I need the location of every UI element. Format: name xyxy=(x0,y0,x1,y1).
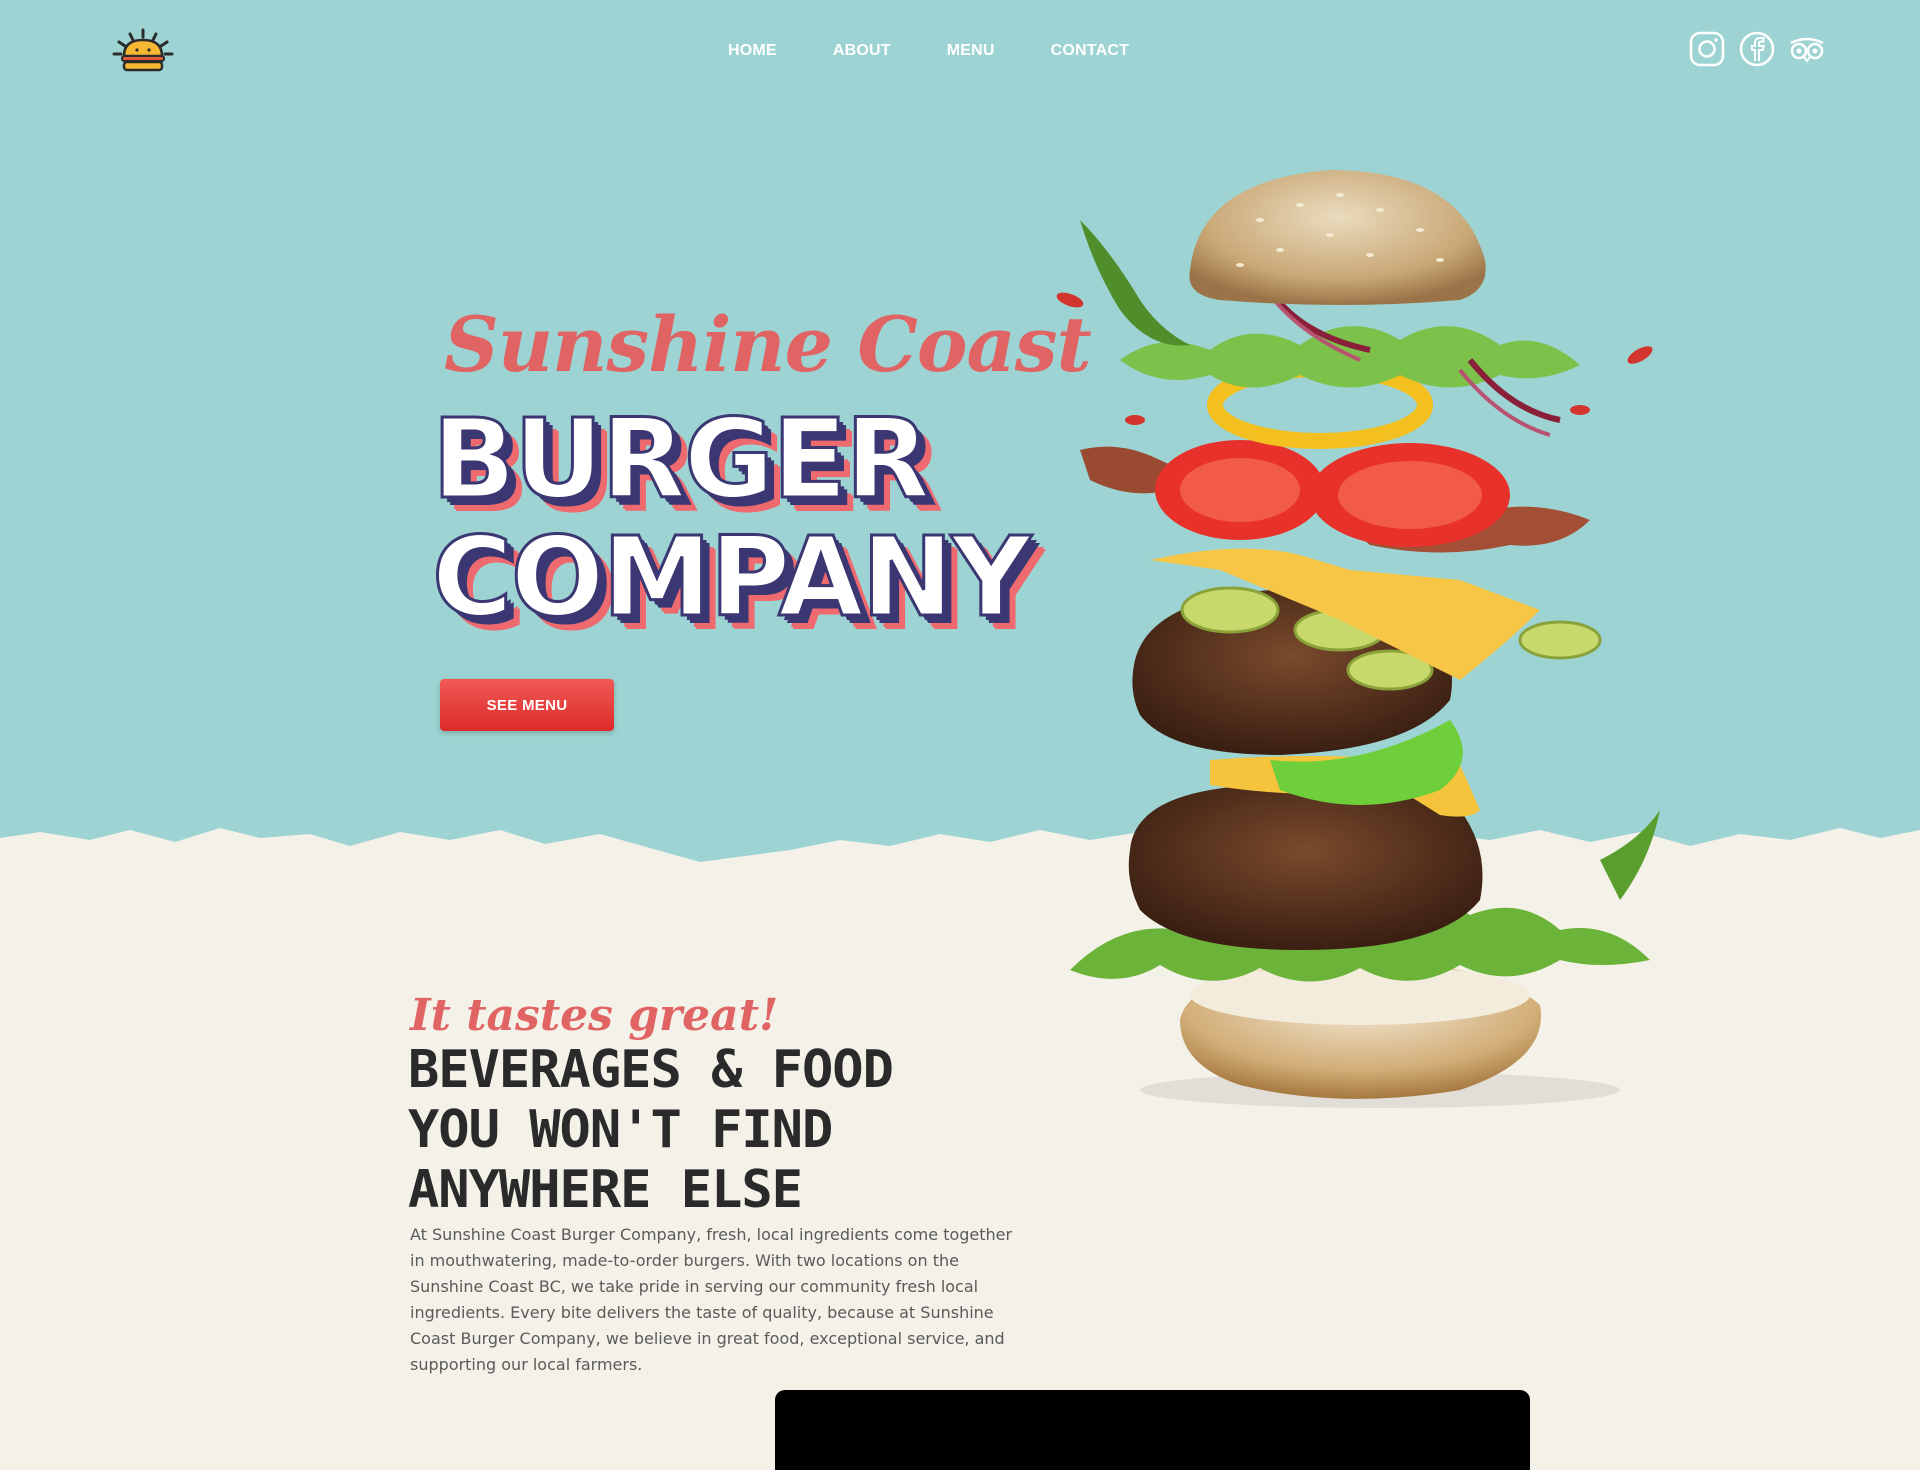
about-body: At Sunshine Coast Burger Company, fresh,… xyxy=(410,1225,1013,1374)
hero-script-title: Sunshine Coast xyxy=(444,300,1092,389)
about-tagline: It tastes great! xyxy=(410,990,779,1041)
about-heading: BEVERAGES & FOOD YOU WON'T FIND ANYWHERE… xyxy=(408,1040,894,1220)
hero-title: BURGER COMPANY xyxy=(430,395,1032,641)
nav-about[interactable]: ABOUT xyxy=(833,42,891,60)
burger-sun-logo-icon xyxy=(112,28,174,72)
logo[interactable] xyxy=(110,26,176,76)
nav-menu[interactable]: MENU xyxy=(947,42,995,60)
hero-title-line2: COMPANY xyxy=(430,513,1032,641)
social-links xyxy=(1688,30,1826,68)
main-nav: HOME ABOUT MENU CONTACT xyxy=(728,42,1185,60)
see-menu-button[interactable]: SEE MENU xyxy=(440,679,614,731)
burger-illustration xyxy=(1056,170,1660,1108)
hero-title-line1: BURGER xyxy=(430,395,931,523)
nav-home[interactable]: HOME xyxy=(728,42,777,60)
nav-contact[interactable]: CONTACT xyxy=(1051,42,1129,60)
instagram-icon[interactable] xyxy=(1688,30,1726,68)
tripadvisor-icon[interactable] xyxy=(1788,30,1826,68)
facebook-icon[interactable] xyxy=(1738,30,1776,68)
video-embed[interactable] xyxy=(775,1390,1530,1470)
